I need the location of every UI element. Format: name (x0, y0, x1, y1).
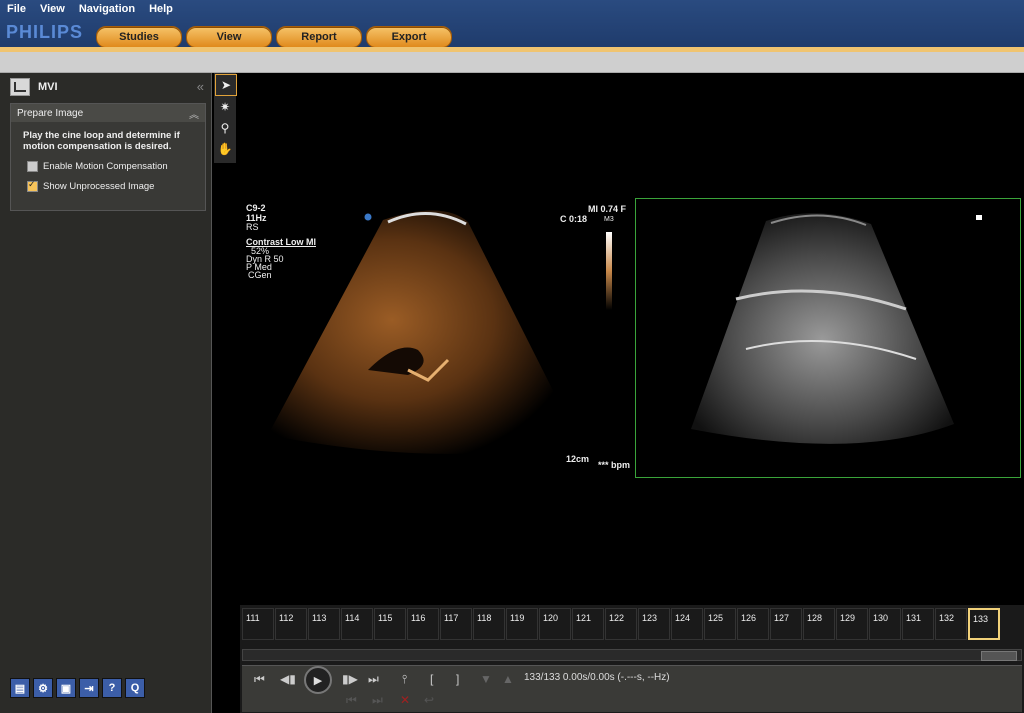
prepare-image-header[interactable]: Prepare Image ︽ (11, 104, 205, 122)
menu-view[interactable]: View (33, 0, 72, 18)
right-bracket-icon[interactable]: ] (456, 672, 459, 686)
play-button[interactable]: ▶ (304, 666, 332, 694)
menu-help[interactable]: Help (142, 0, 180, 18)
next-frame-icon[interactable]: ▮▶ (342, 672, 358, 686)
frame-thumb-114[interactable]: 114 (341, 608, 373, 640)
contrast-image-panel[interactable]: C9-2 11Hz RS Contrast Low MI 52% Dyn R 5… (246, 200, 631, 470)
unprocessed-image-row[interactable]: Show Unprocessed Image (11, 176, 205, 196)
cgen-label: CGen (248, 270, 272, 280)
frame-thumb-126[interactable]: 126 (737, 608, 769, 640)
tab-bar: Studies View Report Export (96, 26, 452, 48)
frame-thumb-122[interactable]: 122 (605, 608, 637, 640)
skip-forward-icon[interactable]: ⏭ (372, 693, 383, 708)
scrubber-thumb[interactable] (981, 651, 1017, 661)
playback-controls: ⏮ ◀▮ ▶ ▮▶ ⏭ ⫯ [ ] ▼ ▲ 133/133 0.00s/0.00… (242, 665, 1022, 712)
unprocessed-image-label: Show Unprocessed Image (43, 180, 155, 192)
probe-label: C9-2 (246, 203, 266, 213)
frame-thumb-120[interactable]: 120 (539, 608, 571, 640)
frame-thumb-131[interactable]: 131 (902, 608, 934, 640)
frame-strip: 111 112 113 114 115 116 117 118 119 120 … (242, 608, 1001, 640)
up-arrow-icon[interactable]: ▲ (502, 672, 514, 686)
frame-thumb-112[interactable]: 112 (275, 608, 307, 640)
down-arrow-icon[interactable]: ▼ (480, 672, 492, 686)
timeline-scrubber[interactable] (242, 649, 1022, 661)
settings-gear-icon[interactable]: ⚙ (33, 678, 53, 698)
depth-label: 12cm (566, 454, 590, 464)
app-header: File View Navigation Help PHILIPS Studie… (0, 0, 1024, 52)
frame-thumb-117[interactable]: 117 (440, 608, 472, 640)
bottom-toolbar: ▤ ⚙ ▣ ⇥ ? Q (10, 678, 145, 698)
frame-thumb-132[interactable]: 132 (935, 608, 967, 640)
section-title: Prepare Image (17, 107, 84, 119)
contrast-timer: C 0:18 (560, 214, 588, 224)
prepare-image-section: Prepare Image ︽ Play the cine loop and d… (10, 103, 206, 211)
last-frame-icon[interactable]: ⏭ (368, 672, 379, 687)
save-icon[interactable]: ▣ (56, 678, 76, 698)
panel-header: MVI « (4, 76, 208, 98)
marker-icon (976, 215, 982, 220)
left-bracket-icon[interactable]: [ (430, 672, 433, 686)
pan-hand-icon[interactable]: ✋ (215, 139, 235, 159)
frame-thumb-130[interactable]: 130 (869, 608, 901, 640)
frame-thumb-111[interactable]: 111 (242, 608, 274, 640)
mvi-icon (10, 78, 30, 96)
color-scale-bar (606, 232, 612, 310)
frame-thumb-124[interactable]: 124 (671, 608, 703, 640)
close-icon[interactable]: ✕ (400, 693, 410, 707)
mi-label: MI 0.74 F (588, 204, 627, 214)
quantify-icon[interactable]: Q (125, 678, 145, 698)
m3-label: M3 (604, 216, 614, 223)
tab-report[interactable]: Report (276, 26, 362, 48)
brightness-tool-icon[interactable]: ✷ (215, 97, 235, 117)
frame-thumb-123[interactable]: 123 (638, 608, 670, 640)
menu-bar: File View Navigation Help (0, 0, 180, 18)
frame-thumb-121[interactable]: 121 (572, 608, 604, 640)
instructions-text: Play the cine loop and determine if moti… (23, 130, 180, 152)
frame-thumb-125[interactable]: 125 (704, 608, 736, 640)
rs-label: RS (246, 222, 259, 232)
chevron-up-icon[interactable]: ︽ (189, 106, 199, 121)
frame-thumb-115[interactable]: 115 (374, 608, 406, 640)
frame-status: 133/133 0.00s/0.00s (-.---s, --Hz) (524, 672, 670, 683)
mark-icon[interactable]: ⫯ (402, 672, 407, 687)
frame-thumb-128[interactable]: 128 (803, 608, 835, 640)
frame-thumb-129[interactable]: 129 (836, 608, 868, 640)
first-frame-icon[interactable]: ⏮ (254, 672, 265, 687)
menu-file[interactable]: File (0, 0, 33, 18)
zoom-tool-icon[interactable]: ⚲ (215, 118, 235, 138)
pointer-tool-icon[interactable]: ➤ (215, 74, 237, 96)
frame-thumb-133[interactable]: 133 (968, 608, 1000, 640)
previous-frame-icon[interactable]: ◀▮ (280, 672, 296, 686)
panel-title: MVI (38, 81, 58, 93)
tab-studies[interactable]: Studies (96, 26, 182, 48)
motion-compensation-label: Enable Motion Compensation (43, 160, 168, 172)
tab-view[interactable]: View (186, 26, 272, 48)
frame-thumb-127[interactable]: 127 (770, 608, 802, 640)
menu-navigation[interactable]: Navigation (72, 0, 142, 18)
undo-icon[interactable]: ↩ (424, 693, 434, 707)
frame-thumb-113[interactable]: 113 (308, 608, 340, 640)
motion-compensation-checkbox[interactable] (27, 160, 38, 172)
skip-back-icon[interactable]: ⏮ (346, 693, 357, 708)
help-icon[interactable]: ? (102, 678, 122, 698)
cine-timeline: 111 112 113 114 115 116 117 118 119 120 … (240, 605, 1024, 713)
bmode-ultrasound-image (691, 213, 982, 444)
unprocessed-image-checkbox[interactable] (27, 179, 38, 192)
frame-thumb-116[interactable]: 116 (407, 608, 439, 640)
exit-icon[interactable]: ⇥ (79, 678, 99, 698)
frame-thumb-119[interactable]: 119 (506, 608, 538, 640)
tab-export[interactable]: Export (366, 26, 452, 48)
tool-strip: ➤ ✷ ⚲ ✋ (214, 73, 237, 163)
left-panel: MVI « Prepare Image ︽ Play the cine loop… (0, 73, 212, 713)
frame-thumb-118[interactable]: 118 (473, 608, 505, 640)
brand-logo: PHILIPS (6, 22, 84, 42)
filmstrip-icon[interactable]: ▤ (10, 678, 30, 698)
unprocessed-image-panel[interactable] (635, 198, 1021, 478)
collapse-panel-icon[interactable]: « (197, 79, 204, 94)
heart-rate-label: *** bpm (598, 460, 631, 470)
motion-compensation-row[interactable]: Enable Motion Compensation (11, 156, 205, 176)
toolbar-band (0, 52, 1024, 73)
